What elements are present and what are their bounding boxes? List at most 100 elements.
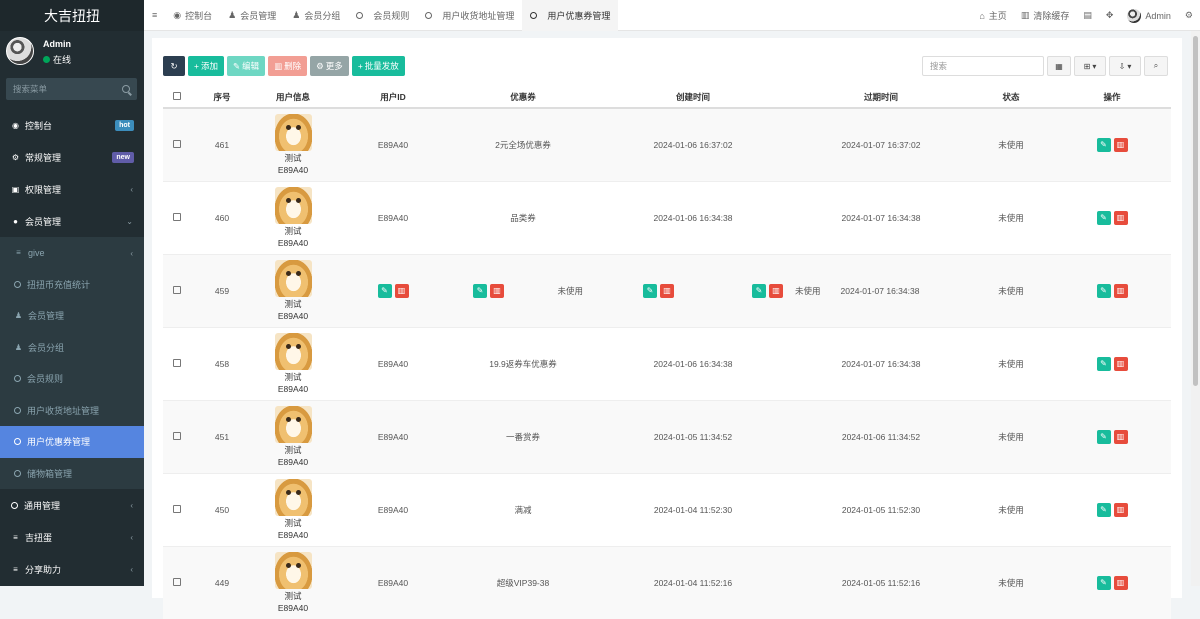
admin-label: Admin: [1145, 10, 1171, 21]
sidebar-item-recharge-stats[interactable]: 扭扭币充值统计: [0, 269, 144, 301]
col-status[interactable]: 状态: [969, 86, 1053, 109]
sidebar-item-general[interactable]: ⚙ 常规管理 new: [0, 141, 144, 173]
edit-button[interactable]: ✎ 编辑: [226, 56, 266, 76]
sidebar-item-coupons[interactable]: 用户优惠券管理: [0, 426, 144, 458]
row-checkbox[interactable]: [173, 212, 181, 221]
cell-user-id: E89A40: [333, 326, 453, 400]
sidebar-item-share[interactable]: ≡ 分享助力 ‹: [0, 553, 144, 585]
delete-row-button[interactable]: ▥: [1113, 210, 1128, 225]
home-link[interactable]: ⌂ 主页: [972, 0, 1013, 31]
scrollbar-thumb[interactable]: [1193, 36, 1198, 386]
delete-row-button[interactable]: ▥: [769, 283, 783, 298]
sidebar-item-member-groups[interactable]: ♟ 会员分组: [0, 332, 144, 364]
edit-row-button[interactable]: ✎: [752, 283, 766, 298]
user-avatar[interactable]: [274, 405, 312, 443]
sidebar-item-common[interactable]: 通用管理 ‹: [0, 489, 144, 521]
columns-button[interactable]: ⊞ ▾: [1074, 56, 1106, 76]
edit-row-button[interactable]: ✎: [377, 283, 392, 298]
col-created[interactable]: 创建时间: [593, 86, 793, 109]
delete-row-button[interactable]: ▥: [1113, 429, 1128, 444]
tab-member-group[interactable]: ♟ 会员分组: [284, 0, 348, 31]
user-avatar[interactable]: [274, 478, 312, 516]
edit-row-button[interactable]: ✎: [1096, 137, 1111, 152]
edit-row-button[interactable]: ✎: [1096, 283, 1111, 298]
cell-status: 未使用: [969, 253, 1053, 327]
sidebar-search-input[interactable]: 搜索菜单: [6, 78, 137, 100]
sidebar-item-member-rules[interactable]: 会员规则: [0, 363, 144, 395]
col-id[interactable]: 序号: [191, 86, 253, 109]
row-checkbox[interactable]: [173, 285, 181, 294]
tab-member-rule[interactable]: 会员规则: [348, 0, 417, 31]
tab-coupons[interactable]: 用户优惠券管理: [522, 0, 619, 31]
col-user-info[interactable]: 用户信息: [253, 86, 333, 109]
user-avatar[interactable]: [274, 113, 312, 151]
more-button[interactable]: ⚙ 更多: [310, 56, 349, 76]
add-button[interactable]: + 添加: [188, 56, 224, 76]
tab-dashboard[interactable]: ◉ 控制台: [165, 0, 220, 31]
page-scrollbar[interactable]: [1191, 31, 1200, 586]
cell-status: 未使用: [969, 107, 1053, 181]
cell-actions: ✎ ▥: [1053, 472, 1171, 546]
select-all-checkbox[interactable]: [173, 91, 181, 100]
edit-row-button[interactable]: ✎: [1096, 210, 1111, 225]
sidebar-item-address[interactable]: 用户收货地址管理: [0, 395, 144, 427]
delete-row-button[interactable]: ▥: [1113, 575, 1128, 590]
circle-icon: [14, 375, 21, 383]
tab-member[interactable]: ♟ 会员管理: [220, 0, 284, 31]
col-coupon[interactable]: 优惠券: [453, 86, 593, 109]
edit-row-button[interactable]: ✎: [1096, 502, 1111, 517]
row-checkbox[interactable]: [173, 504, 181, 513]
fullscreen-button[interactable]: ✥: [1099, 0, 1121, 31]
sidebar-item-members[interactable]: ♟ 会员管理: [0, 300, 144, 332]
export-button[interactable]: ⇩ ▾: [1109, 56, 1141, 76]
col-expire[interactable]: 过期时间: [793, 86, 969, 109]
settings-button[interactable]: ⚙: [1178, 0, 1200, 31]
clear-cache-button[interactable]: ▥ 清除缓存: [1014, 0, 1077, 31]
sidebar-item-dashboard[interactable]: ◉ 控制台 hot: [0, 109, 144, 141]
edit-row-button[interactable]: ✎: [643, 283, 657, 298]
app-logo[interactable]: 大吉扭扭: [0, 0, 144, 31]
sidebar-item-give[interactable]: ≡ give ‹: [0, 237, 144, 269]
col-user-id[interactable]: 用户ID: [333, 86, 453, 109]
advanced-search-button[interactable]: ⌕: [1144, 56, 1168, 76]
user-avatar[interactable]: [274, 551, 312, 589]
delete-row-button[interactable]: ▥: [490, 283, 504, 298]
delete-row-button[interactable]: ▥: [660, 283, 674, 298]
edit-row-button[interactable]: ✎: [1096, 575, 1111, 590]
cell-created: 2024-01-04 11:52:30: [593, 472, 793, 546]
delete-row-button[interactable]: ▥: [1113, 137, 1128, 152]
delete-row-button[interactable]: ▥: [1113, 283, 1128, 298]
delete-button[interactable]: ▥ 删除: [268, 56, 308, 76]
user-code: E89A40: [277, 310, 309, 321]
row-checkbox[interactable]: [173, 358, 181, 367]
tab-address[interactable]: 用户收货地址管理: [417, 0, 522, 31]
menu-toggle[interactable]: ≡: [144, 0, 165, 31]
search-icon[interactable]: [122, 85, 130, 93]
user-avatar[interactable]: [274, 186, 312, 224]
table-row: 459 测试 E89A40 ✎ ▥ ✎ ▥ 未使用 ✎ ▥ ✎ ▥ 未使用 2024-01-07…: [163, 253, 1171, 327]
edit-row-button[interactable]: ✎: [1096, 356, 1111, 371]
sidebar-item-storage[interactable]: 储物箱管理: [0, 458, 144, 490]
sidebar-item-gacha[interactable]: ≡ 吉扭蛋 ‹: [0, 521, 144, 553]
language-button[interactable]: ▤: [1076, 0, 1099, 31]
admin-menu[interactable]: Admin: [1120, 0, 1178, 31]
sidebar-item-label: 用户优惠券管理: [27, 437, 91, 448]
refresh-button[interactable]: ↻: [163, 56, 185, 76]
delete-row-button[interactable]: ▥: [394, 283, 409, 298]
edit-row-button[interactable]: ✎: [1096, 429, 1111, 444]
table-row: 450 测试 E89A40 E89A40 满减 2024-01-04 11:52:…: [163, 472, 1171, 546]
delete-row-button[interactable]: ▥: [1113, 502, 1128, 517]
sidebar-item-member[interactable]: ● 会员管理 ⌄: [0, 205, 144, 237]
delete-row-button[interactable]: ▥: [1113, 356, 1128, 371]
user-avatar[interactable]: [274, 332, 312, 370]
table-search-input[interactable]: 搜索: [922, 56, 1044, 76]
row-checkbox[interactable]: [173, 139, 181, 148]
user-avatar[interactable]: [274, 259, 312, 297]
cell-id: 459: [191, 253, 253, 327]
edit-row-button[interactable]: ✎: [473, 283, 487, 298]
toggle-view-button[interactable]: ▦: [1047, 56, 1071, 76]
sidebar-item-auth[interactable]: ▣ 权限管理 ‹: [0, 173, 144, 205]
batch-issue-button[interactable]: + 批量发放: [351, 56, 405, 76]
row-checkbox[interactable]: [173, 577, 181, 586]
row-checkbox[interactable]: [173, 431, 181, 440]
